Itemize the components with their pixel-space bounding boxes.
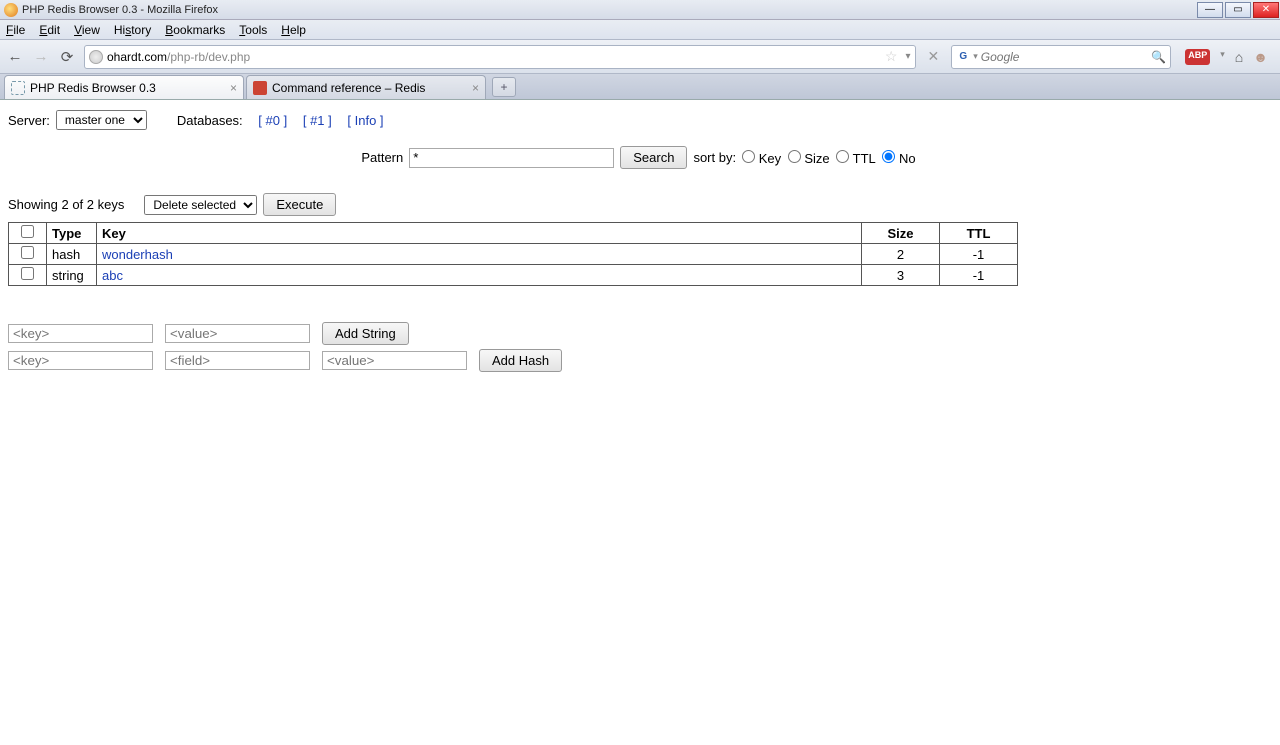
toolbar-right-icons: ABP ▾ ⌂ ☻: [1179, 49, 1274, 65]
tab-label: PHP Redis Browser 0.3: [30, 81, 156, 95]
maximize-button[interactable]: ▭: [1225, 2, 1251, 18]
stop-button[interactable]: ✕: [924, 48, 944, 65]
menu-tools[interactable]: Tools: [239, 23, 267, 37]
table-header-row: Type Key Size TTL: [9, 223, 1018, 244]
new-tab-button[interactable]: +: [492, 77, 516, 97]
keys-table: Type Key Size TTL hash wonderhash 2 -1 s…: [8, 222, 1018, 286]
add-string-button[interactable]: Add String: [322, 322, 409, 345]
cell-size: 2: [862, 244, 940, 265]
menu-help[interactable]: Help: [281, 23, 306, 37]
key-link[interactable]: wonderhash: [102, 247, 173, 262]
menu-view[interactable]: View: [74, 23, 100, 37]
sort-options: Key Size TTL No: [742, 150, 919, 166]
showing-row: Showing 2 of 2 keys Delete selected Exec…: [8, 193, 1272, 216]
google-icon: G: [956, 50, 970, 64]
add-string-value-input[interactable]: [165, 324, 310, 343]
col-type: Type: [47, 223, 97, 244]
window-titlebar: PHP Redis Browser 0.3 - Mozilla Firefox …: [0, 0, 1280, 20]
back-button[interactable]: ←: [6, 48, 24, 66]
add-hash-button[interactable]: Add Hash: [479, 349, 562, 372]
col-key: Key: [97, 223, 862, 244]
add-hash-key-input[interactable]: [8, 351, 153, 370]
tab-strip: PHP Redis Browser 0.3 × Command referenc…: [0, 74, 1280, 100]
sort-size-radio[interactable]: [788, 150, 801, 163]
page-content: Server: master one Databases: [ #0 ] [ #…: [0, 100, 1280, 382]
sort-ttl-radio[interactable]: [836, 150, 849, 163]
pattern-label: Pattern: [361, 150, 403, 165]
tab-icon: [253, 81, 267, 95]
table-row: hash wonderhash 2 -1: [9, 244, 1018, 265]
tab-icon: [11, 81, 25, 95]
search-go-icon[interactable]: 🔍: [1151, 50, 1166, 64]
db-link-info[interactable]: [ Info ]: [347, 113, 383, 128]
url-dropdown-icon[interactable]: ▾: [901, 51, 910, 62]
reload-button[interactable]: ⟳: [58, 48, 76, 66]
bookmark-star-icon[interactable]: ☆: [881, 48, 902, 65]
menu-edit[interactable]: Edit: [39, 23, 60, 37]
server-row: Server: master one Databases: [ #0 ] [ #…: [8, 110, 1272, 130]
menu-bookmarks[interactable]: Bookmarks: [165, 23, 225, 37]
databases-label: Databases:: [177, 113, 243, 128]
server-select[interactable]: master one: [56, 110, 147, 130]
tab-close-icon[interactable]: ×: [230, 81, 237, 95]
server-label: Server:: [8, 113, 50, 128]
site-identity-icon: [89, 50, 103, 64]
db-link-0[interactable]: [ #0 ]: [258, 113, 287, 128]
window-controls: — ▭ ✕: [1196, 0, 1280, 20]
nav-toolbar: ← → ⟳ ohardt.com/php-rb/dev.php ☆ ▾ ✕ G …: [0, 40, 1280, 74]
tab-close-icon[interactable]: ×: [472, 81, 479, 95]
search-input[interactable]: [981, 50, 1152, 64]
select-all-checkbox[interactable]: [21, 225, 34, 238]
cell-type: string: [47, 265, 97, 286]
col-size: Size: [862, 223, 940, 244]
pattern-input[interactable]: [409, 148, 614, 168]
pattern-row: Pattern Search sort by: Key Size TTL No: [8, 146, 1272, 169]
add-string-row: Add String: [8, 322, 1272, 345]
sort-no-radio[interactable]: [882, 150, 895, 163]
add-forms: Add String Add Hash: [8, 322, 1272, 372]
firefox-icon: [4, 3, 18, 17]
search-bar[interactable]: G ▾ 🔍: [951, 45, 1171, 69]
add-string-key-input[interactable]: [8, 324, 153, 343]
cell-ttl: -1: [940, 244, 1018, 265]
minimize-button[interactable]: —: [1197, 2, 1223, 18]
greasemonkey-icon[interactable]: ☻: [1253, 49, 1268, 65]
add-hash-value-input[interactable]: [322, 351, 467, 370]
url-bar[interactable]: ohardt.com/php-rb/dev.php ☆ ▾: [84, 45, 916, 69]
sortby-label: sort by:: [693, 150, 736, 165]
col-ttl: TTL: [940, 223, 1018, 244]
add-hash-row: Add Hash: [8, 349, 1272, 372]
url-domain: ohardt.com: [107, 50, 167, 64]
row-checkbox[interactable]: [21, 267, 34, 280]
showing-text: Showing 2 of 2 keys: [8, 197, 124, 212]
cell-ttl: -1: [940, 265, 1018, 286]
row-checkbox[interactable]: [21, 246, 34, 259]
key-link[interactable]: abc: [102, 268, 123, 283]
tab-label: Command reference – Redis: [272, 81, 425, 95]
menu-history[interactable]: History: [114, 23, 151, 37]
sort-key-radio[interactable]: [742, 150, 755, 163]
search-button[interactable]: Search: [620, 146, 687, 169]
tab-inactive[interactable]: Command reference – Redis ×: [246, 75, 486, 99]
cell-type: hash: [47, 244, 97, 265]
add-hash-field-input[interactable]: [165, 351, 310, 370]
bulk-action-select[interactable]: Delete selected: [144, 195, 257, 215]
db-link-1[interactable]: [ #1 ]: [303, 113, 332, 128]
execute-button[interactable]: Execute: [263, 193, 336, 216]
menu-file[interactable]: File: [6, 23, 25, 37]
tab-active[interactable]: PHP Redis Browser 0.3 ×: [4, 75, 244, 99]
close-button[interactable]: ✕: [1253, 2, 1279, 18]
cell-size: 3: [862, 265, 940, 286]
forward-button[interactable]: →: [32, 48, 50, 66]
table-row: string abc 3 -1: [9, 265, 1018, 286]
menu-bar: File Edit View History Bookmarks Tools H…: [0, 20, 1280, 40]
home-icon[interactable]: ⌂: [1235, 49, 1243, 65]
window-title: PHP Redis Browser 0.3 - Mozilla Firefox: [22, 4, 218, 16]
url-path: /php-rb/dev.php: [167, 50, 250, 64]
abp-icon[interactable]: ABP: [1185, 49, 1210, 65]
